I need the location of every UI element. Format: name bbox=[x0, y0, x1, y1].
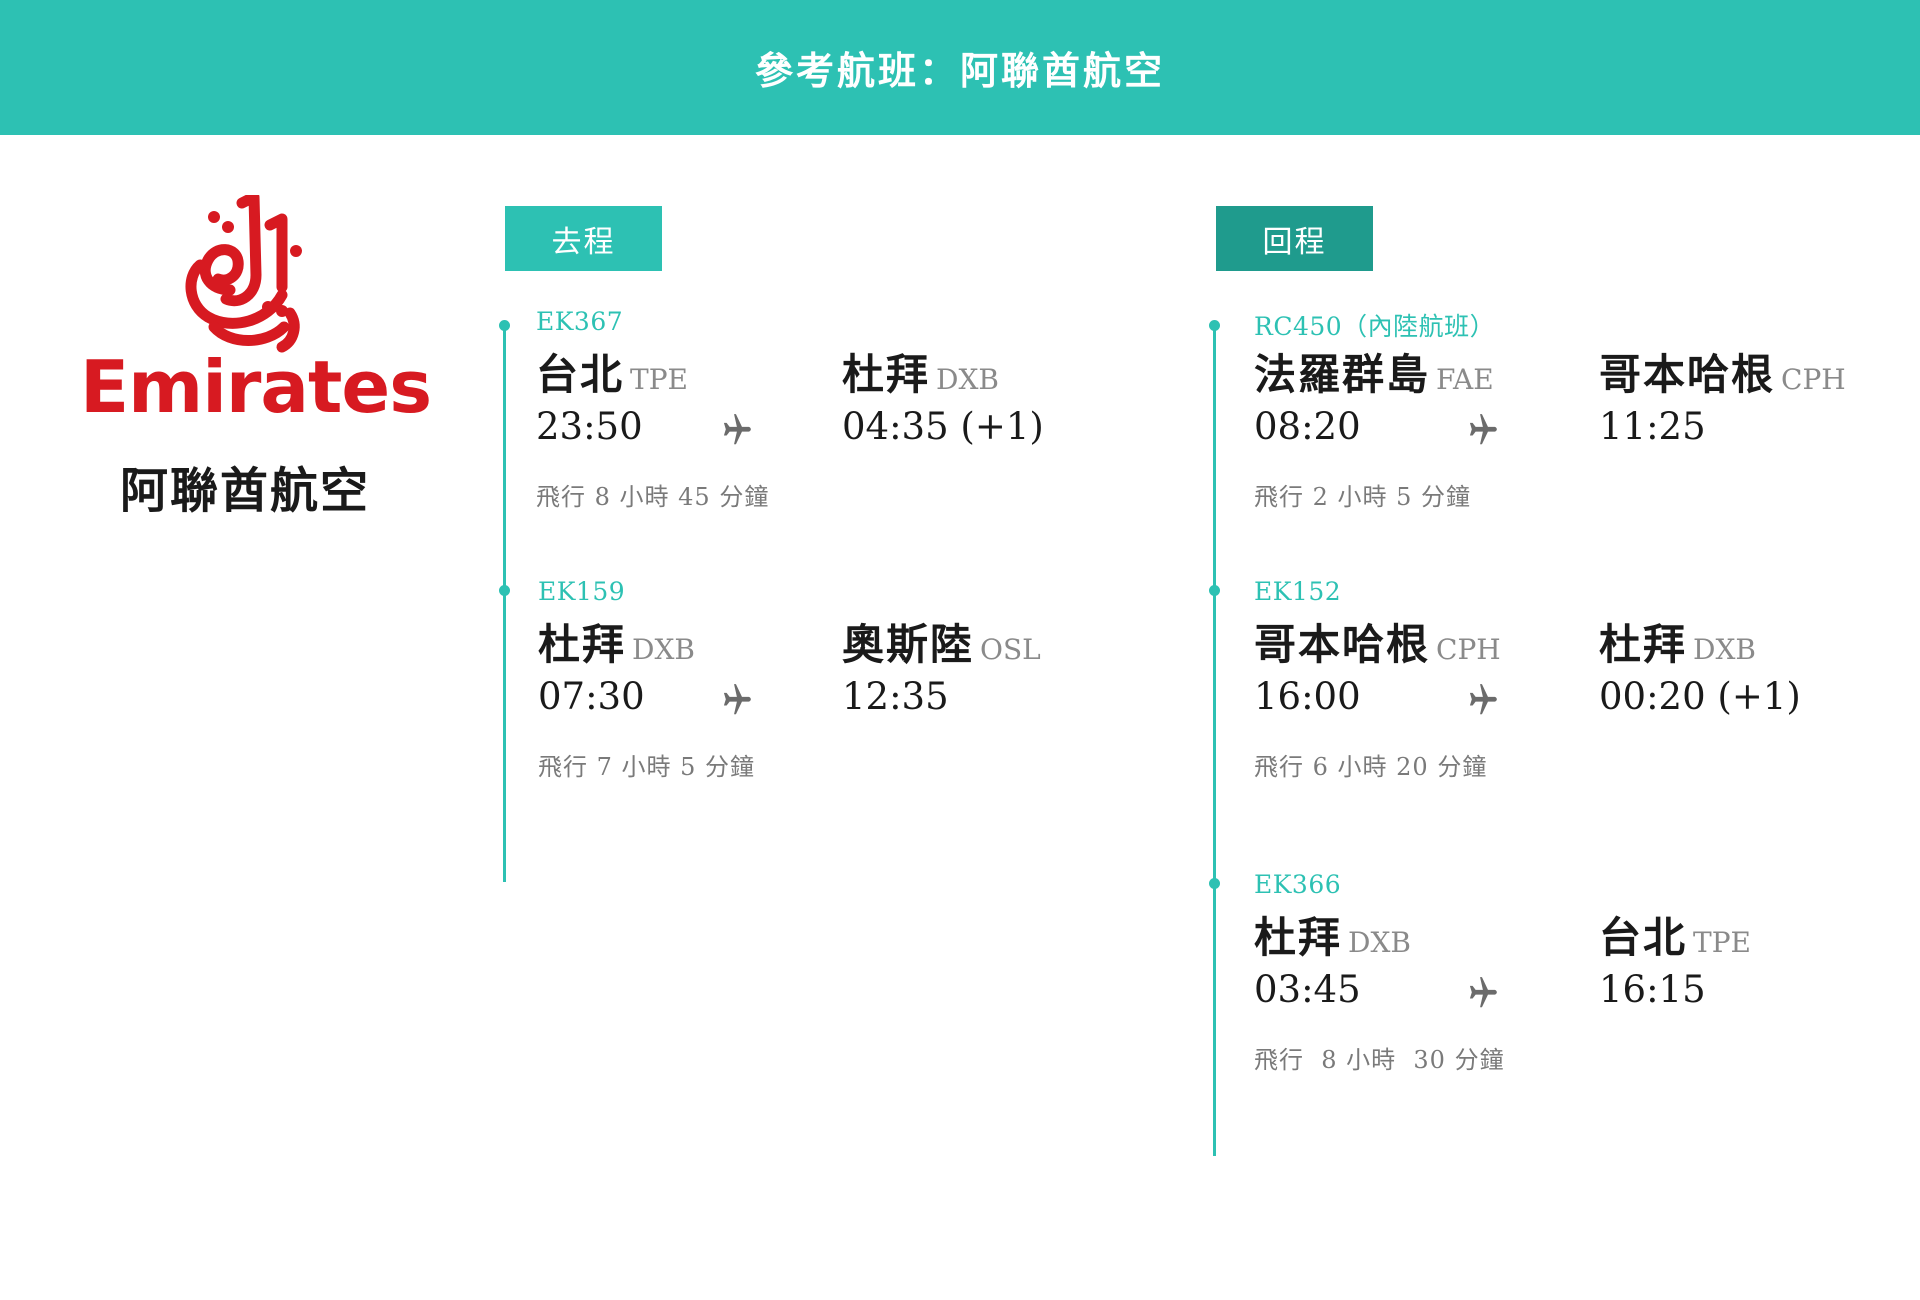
flight-duration: 飛行 6 小時 20 分鐘 bbox=[1254, 753, 1488, 781]
departure-time: 16:00 bbox=[1254, 675, 1361, 718]
airplane-icon bbox=[1469, 414, 1497, 445]
flight-segment: RC450（內陸航班） 法羅群島 FAE 哥本哈根 CPH 08:20 11:25 … bbox=[1254, 307, 1874, 537]
timeline-dot bbox=[1209, 878, 1220, 889]
flight-duration: 飛行 2 小時 5 分鐘 bbox=[1254, 483, 1472, 511]
departure-airport-code: FAE bbox=[1436, 363, 1494, 396]
departure-time: 08:20 bbox=[1254, 405, 1361, 448]
departure-city-name: 哥本哈根 bbox=[1254, 620, 1431, 669]
departure-city-name: 法羅群島 bbox=[1254, 350, 1431, 399]
departure-airport-code: DXB bbox=[632, 633, 695, 666]
flight-segment: EK159 杜拜 DXB 奧斯陸 OSL 07:30 12:35 飛行 7 小時 5… bbox=[538, 577, 1138, 807]
departure-city: 法羅群島 FAE bbox=[1254, 341, 1494, 402]
tag-return: 回程 bbox=[1216, 206, 1373, 271]
departure-city-name: 杜拜 bbox=[1254, 913, 1343, 962]
timeline-dot bbox=[1209, 585, 1220, 596]
airline-wordmark: Emirates bbox=[80, 345, 432, 429]
arrival-airport-code: TPE bbox=[1693, 926, 1751, 959]
airplane-icon bbox=[723, 414, 751, 445]
arrival-airport-code: OSL bbox=[980, 633, 1041, 666]
flight-segment: EK152 哥本哈根 CPH 杜拜 DXB 16:00 00:20 (+1) 飛行 … bbox=[1254, 577, 1874, 807]
departure-city: 杜拜 DXB bbox=[1254, 904, 1411, 965]
flight-number: EK366 bbox=[1254, 870, 1342, 899]
departure-airport-code: DXB bbox=[1348, 926, 1411, 959]
arrival-city: 哥本哈根 CPH bbox=[1599, 341, 1846, 402]
arrival-city-name: 哥本哈根 bbox=[1599, 350, 1776, 399]
airplane-icon bbox=[1469, 977, 1497, 1008]
arrival-city-name: 杜拜 bbox=[842, 350, 931, 399]
arrival-time: 11:25 bbox=[1599, 405, 1706, 448]
airplane-icon bbox=[1469, 684, 1497, 715]
flight-number: EK152 bbox=[1254, 577, 1342, 606]
arrival-time: 00:20 (+1) bbox=[1599, 675, 1801, 718]
arrival-airport-code: DXB bbox=[1693, 633, 1756, 666]
airline-name: 阿聯酋航空 bbox=[119, 463, 370, 519]
departure-city-name: 台北 bbox=[536, 350, 625, 399]
flight-duration: 飛行 8 小時 30 分鐘 bbox=[1254, 1046, 1505, 1074]
flight-number: EK159 bbox=[538, 577, 626, 606]
page-title: 參考航班：阿聯酋航空 bbox=[754, 48, 1165, 93]
timeline-dot bbox=[499, 320, 510, 331]
flight-duration: 飛行 7 小時 5 分鐘 bbox=[538, 753, 756, 781]
timeline-dot bbox=[499, 585, 510, 596]
arrival-city: 杜拜 DXB bbox=[842, 341, 999, 402]
arrival-city: 台北 TPE bbox=[1599, 904, 1751, 965]
departure-time: 07:30 bbox=[538, 675, 645, 718]
flight-number: EK367 bbox=[536, 307, 624, 336]
arrival-city-name: 台北 bbox=[1599, 913, 1688, 962]
flight-segment: EK366 杜拜 DXB 台北 TPE 03:45 16:15 飛行 8 小時 30… bbox=[1254, 870, 1874, 1100]
arrival-time: 12:35 bbox=[842, 675, 949, 718]
departure-time: 23:50 bbox=[536, 405, 643, 448]
tag-outbound: 去程 bbox=[505, 206, 662, 271]
departure-airport-code: CPH bbox=[1436, 633, 1501, 666]
departure-city: 哥本哈根 CPH bbox=[1254, 611, 1501, 672]
arrival-city: 奧斯陸 OSL bbox=[842, 611, 1041, 672]
outbound-timeline bbox=[503, 322, 506, 882]
airplane-icon bbox=[723, 684, 751, 715]
departure-city: 杜拜 DXB bbox=[538, 611, 695, 672]
flight-duration: 飛行 8 小時 45 分鐘 bbox=[536, 483, 770, 511]
flight-segment: EK367 台北 TPE 杜拜 DXB 23:50 04:35 (+1) 飛行 8 … bbox=[536, 307, 1136, 537]
departure-city: 台北 TPE bbox=[536, 341, 688, 402]
timeline-dot bbox=[1209, 320, 1220, 331]
arrival-city-name: 杜拜 bbox=[1599, 620, 1688, 669]
arrival-time: 04:35 (+1) bbox=[842, 405, 1044, 448]
arrival-time: 16:15 bbox=[1599, 968, 1706, 1011]
airline-brand: Emirates 阿聯酋航空 bbox=[80, 195, 432, 521]
arrival-city-name: 奧斯陸 bbox=[842, 620, 975, 669]
departure-airport-code: TPE bbox=[630, 363, 688, 396]
flight-number: RC450（內陸航班） bbox=[1254, 312, 1496, 341]
return-timeline bbox=[1213, 322, 1216, 1156]
emirates-calligraphy-icon bbox=[185, 195, 302, 353]
departure-time: 03:45 bbox=[1254, 968, 1361, 1011]
arrival-airport-code: CPH bbox=[1781, 363, 1846, 396]
departure-city-name: 杜拜 bbox=[538, 620, 627, 669]
header-bar: 參考航班：阿聯酋航空 bbox=[0, 0, 1920, 135]
arrival-city: 杜拜 DXB bbox=[1599, 611, 1756, 672]
arrival-airport-code: DXB bbox=[936, 363, 999, 396]
